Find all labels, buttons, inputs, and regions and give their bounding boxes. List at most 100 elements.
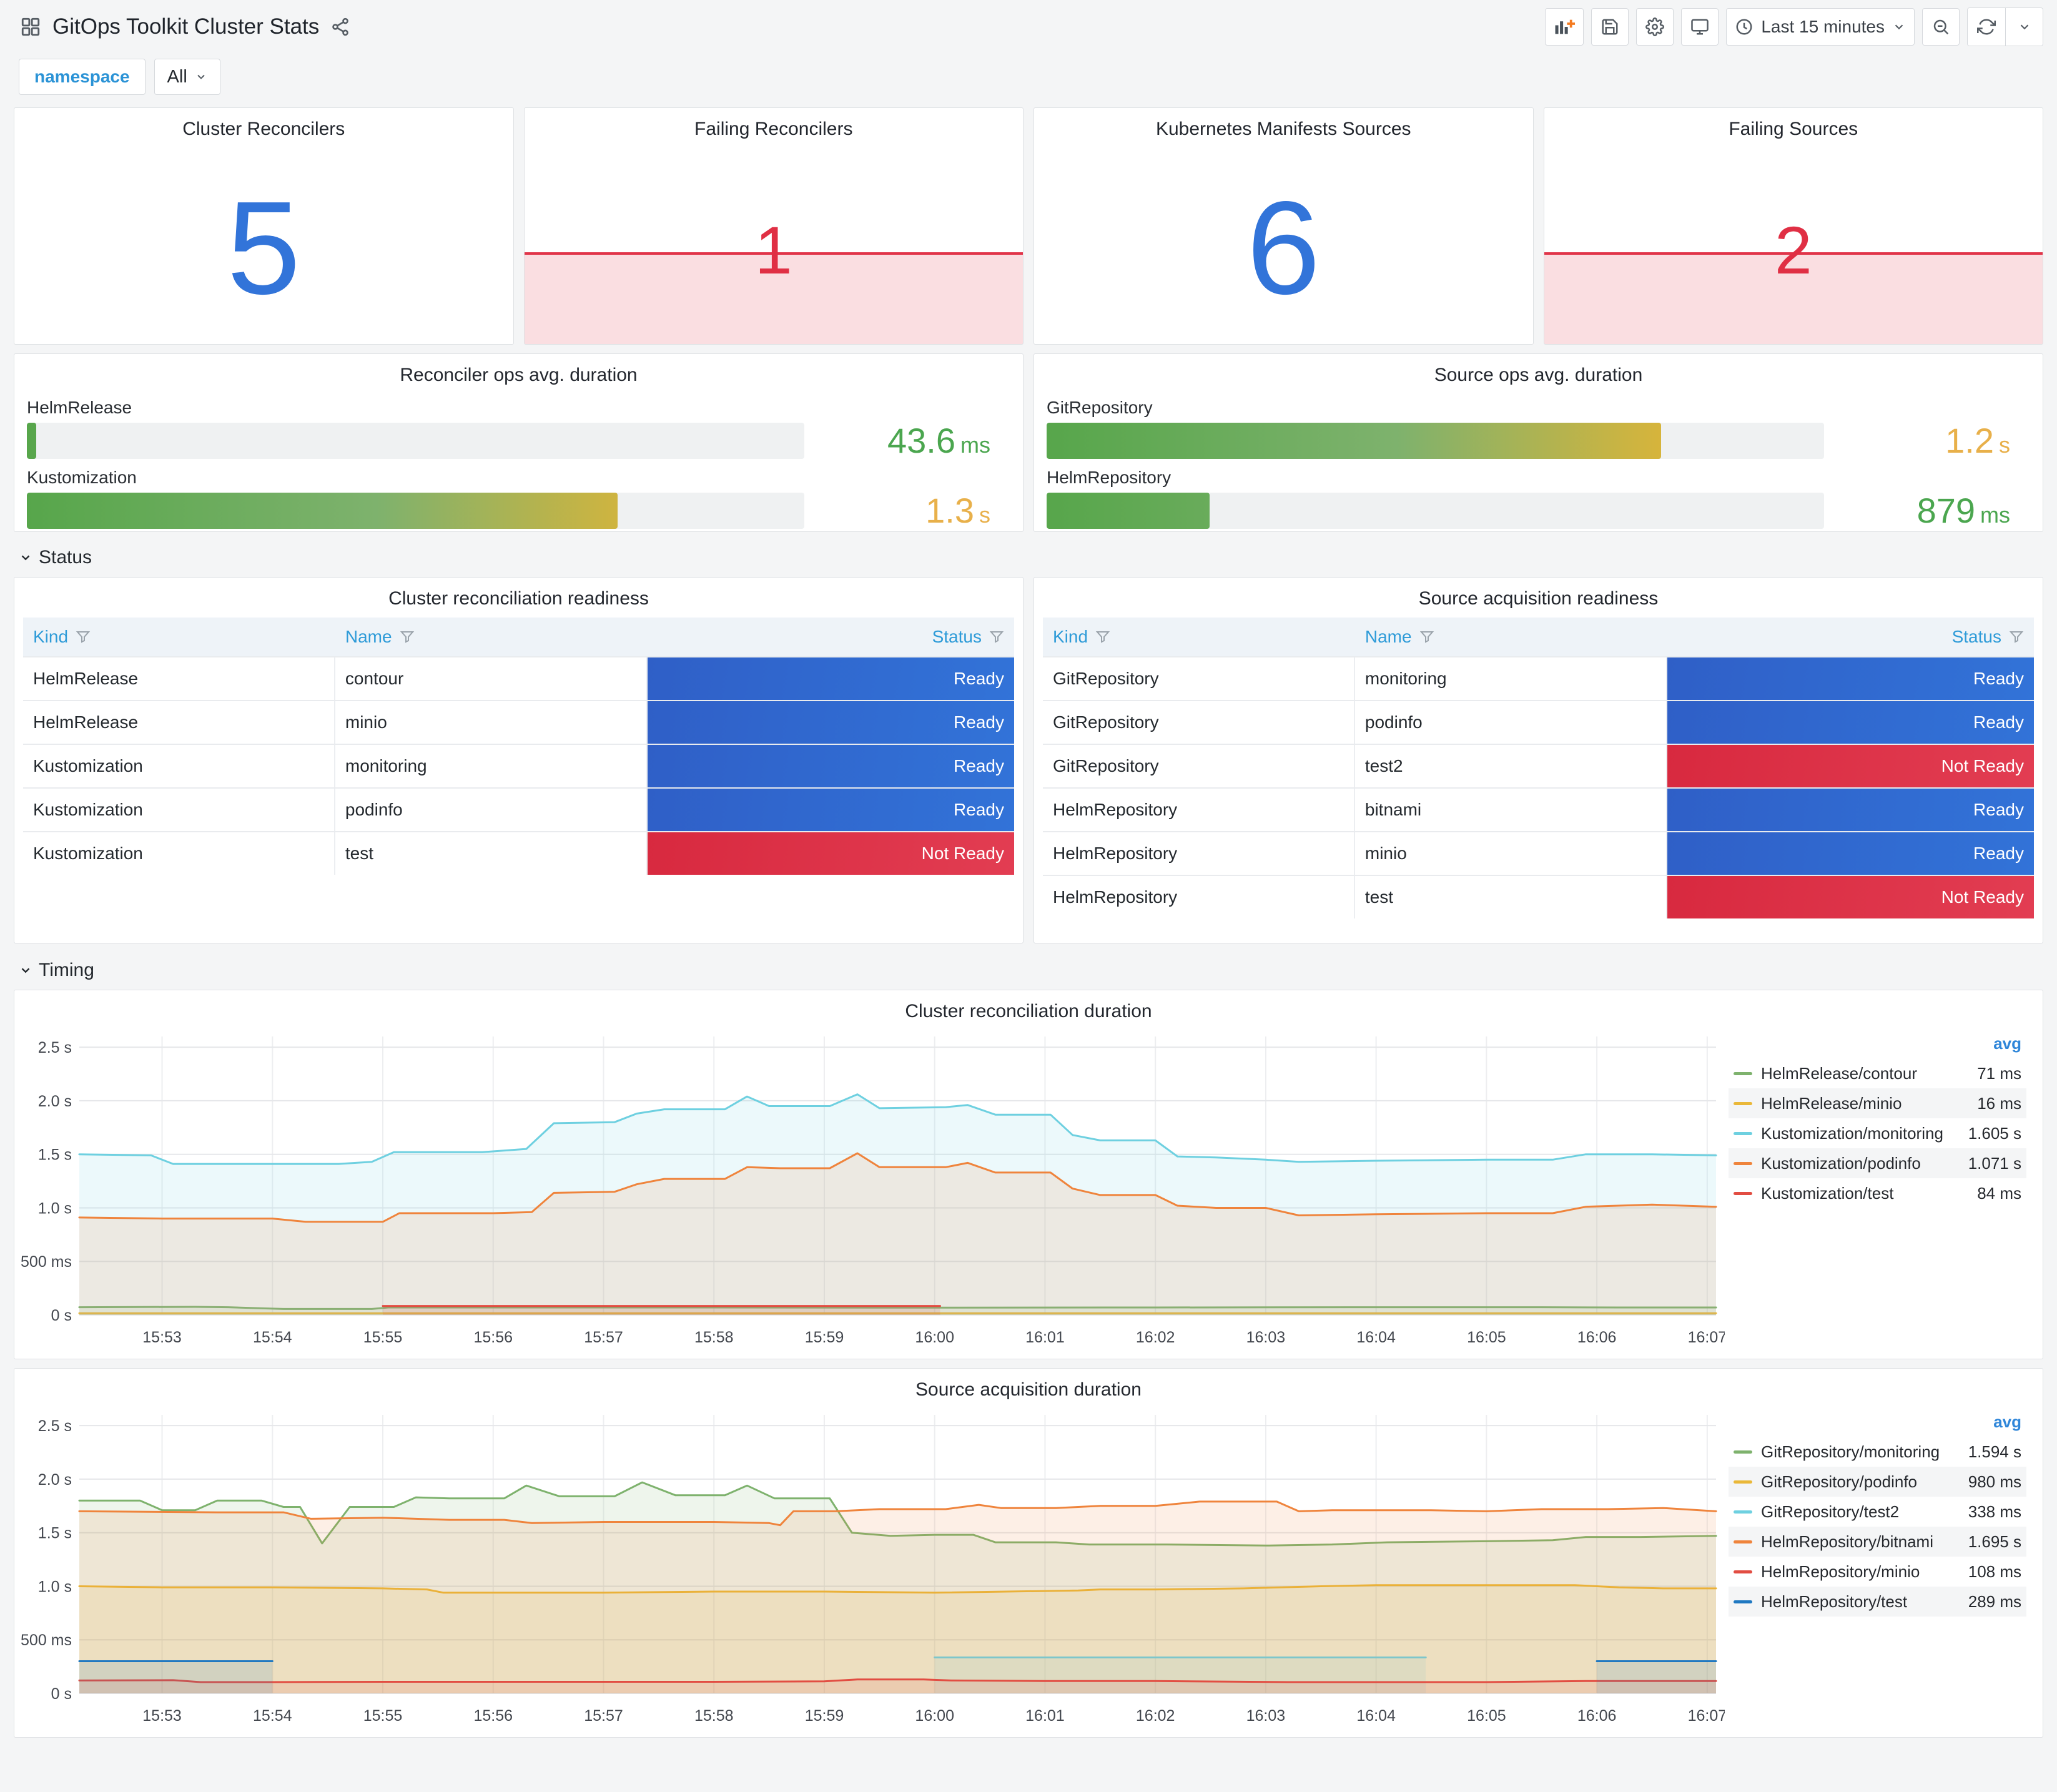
legend-series-name: GitRepository/podinfo — [1761, 1472, 1918, 1491]
legend-avg-header[interactable]: avg — [1729, 1031, 2026, 1058]
svg-text:0 s: 0 s — [51, 1685, 72, 1703]
legend-item-HelmRelease/contour[interactable]: HelmRelease/contour 71 ms — [1729, 1058, 2026, 1088]
column-header-status[interactable]: Status — [1667, 618, 2034, 656]
table-panel-title[interactable]: Cluster reconciliation readiness — [14, 578, 1023, 610]
table-row: HelmRelease minio Ready — [23, 700, 1014, 744]
legend-item-HelmRepository/minio[interactable]: HelmRepository/minio 108 ms — [1729, 1557, 2026, 1587]
gauge-track — [27, 493, 804, 529]
zoom-out-button[interactable] — [1922, 8, 1960, 46]
legend-item-HelmRelease/minio[interactable]: HelmRelease/minio 16 ms — [1729, 1088, 2026, 1118]
chart-panel-title[interactable]: Source acquisition duration — [14, 1369, 2043, 1401]
stat-panel-title[interactable]: Failing Reconcilers — [525, 108, 1024, 140]
svg-text:15:55: 15:55 — [363, 1707, 403, 1725]
svg-text:15:58: 15:58 — [694, 1329, 734, 1346]
stat-panel-title[interactable]: Failing Sources — [1544, 108, 2043, 140]
cell-status: Ready — [647, 657, 1014, 700]
dashboard-grid-icon[interactable] — [20, 16, 41, 37]
clock-icon — [1735, 17, 1754, 36]
svg-text:16:04: 16:04 — [1356, 1707, 1396, 1725]
gauge-panel-title[interactable]: Source ops avg. duration — [1034, 354, 2043, 386]
legend-item-Kustomization/podinfo[interactable]: Kustomization/podinfo 1.071 s — [1729, 1148, 2026, 1178]
gauge-unit: ms — [1980, 502, 2010, 528]
legend-avg-header[interactable]: avg — [1729, 1410, 2026, 1437]
gauge-track — [1047, 423, 1824, 459]
variable-namespace-dropdown[interactable]: All — [154, 59, 220, 95]
refresh-interval-dropdown[interactable] — [2005, 8, 2043, 46]
status-badge: Ready — [1667, 789, 2034, 831]
legend-series-color — [1734, 1450, 1752, 1454]
filter-icon[interactable] — [2009, 629, 2024, 644]
chart-panel-title[interactable]: Cluster reconciliation duration — [14, 990, 2043, 1023]
filter-icon[interactable] — [1419, 629, 1434, 644]
section-status[interactable]: Status — [19, 547, 2043, 568]
save-dashboard-button[interactable] — [1591, 8, 1629, 46]
gauge-bar — [27, 493, 618, 529]
cell-status: Ready — [647, 701, 1014, 744]
chevron-down-icon — [1892, 20, 1906, 34]
column-header-label: Name — [1364, 627, 1412, 646]
column-header-kind[interactable]: Kind — [23, 618, 335, 656]
time-range-picker[interactable]: Last 15 minutes — [1726, 8, 1915, 46]
gauge-bar — [1047, 423, 1661, 459]
table-row: GitRepository test2 Not Ready — [1043, 744, 2034, 787]
add-panel-icon — [1554, 17, 1576, 37]
column-header-status[interactable]: Status — [648, 618, 1014, 656]
svg-text:500 ms: 500 ms — [21, 1253, 72, 1271]
legend-item-GitRepository/podinfo[interactable]: GitRepository/podinfo 980 ms — [1729, 1467, 2026, 1497]
svg-text:15:59: 15:59 — [805, 1329, 844, 1346]
add-panel-button[interactable] — [1545, 8, 1584, 46]
cell-kind: GitRepository — [1043, 701, 1355, 744]
legend-item-Kustomization/monitoring[interactable]: Kustomization/monitoring 1.605 s — [1729, 1118, 2026, 1148]
legend-series-color — [1734, 1071, 1752, 1075]
column-header-name[interactable]: Name — [1355, 618, 1667, 656]
legend-series-color — [1734, 1101, 1752, 1105]
refresh-button[interactable] — [1968, 8, 2005, 46]
page-title: GitOps Toolkit Cluster Stats — [52, 14, 320, 39]
stat-value: 1 — [754, 212, 792, 288]
svg-text:15:58: 15:58 — [694, 1707, 734, 1725]
stat-panel: Failing Sources 2 — [1543, 107, 2043, 345]
legend-series-avg: 1.594 s — [1968, 1442, 2021, 1461]
legend-series-avg: 1.605 s — [1968, 1123, 2021, 1143]
legend-series-color — [1734, 1570, 1752, 1573]
table-panel-title[interactable]: Source acquisition readiness — [1034, 578, 2043, 610]
share-icon[interactable] — [330, 17, 350, 37]
legend-item-GitRepository/test2[interactable]: GitRepository/test2 338 ms — [1729, 1497, 2026, 1527]
cell-kind: HelmRepository — [1043, 832, 1355, 875]
table-row: Kustomization monitoring Ready — [23, 744, 1014, 787]
filter-icon[interactable] — [989, 629, 1004, 644]
filter-icon[interactable] — [76, 629, 91, 644]
column-header-name[interactable]: Name — [335, 618, 648, 656]
gauge-bar — [1047, 493, 1210, 529]
template-variables-row: namespace All — [14, 50, 2043, 107]
cycle-view-mode-button[interactable] — [1681, 8, 1719, 46]
svg-text:16:05: 16:05 — [1467, 1707, 1506, 1725]
svg-text:16:05: 16:05 — [1467, 1329, 1506, 1346]
legend-item-HelmRepository/bitnami[interactable]: HelmRepository/bitnami 1.695 s — [1729, 1527, 2026, 1557]
svg-text:15:55: 15:55 — [363, 1329, 403, 1346]
gauge-value: 43.6 ms — [887, 421, 990, 460]
legend-series-name: HelmRelease/minio — [1761, 1093, 1902, 1113]
table-row: HelmRepository bitnami Ready — [1043, 787, 2034, 831]
gauge-value: 1.3 s — [925, 491, 990, 530]
dashboard-page: GitOps Toolkit Cluster Stats Last 15 min… — [0, 0, 2057, 1738]
svg-text:16:01: 16:01 — [1025, 1707, 1065, 1725]
section-timing[interactable]: Timing — [19, 960, 2043, 981]
legend-series-name: HelmRepository/bitnami — [1761, 1532, 1933, 1551]
column-header-kind[interactable]: Kind — [1043, 618, 1355, 656]
filter-icon[interactable] — [1095, 629, 1110, 644]
gauge-track — [27, 423, 804, 459]
status-badge: Ready — [1667, 832, 2034, 875]
variable-namespace-value: All — [167, 66, 187, 87]
svg-text:15:54: 15:54 — [253, 1329, 292, 1346]
legend-series-avg: 108 ms — [1968, 1562, 2021, 1581]
dashboard-settings-button[interactable] — [1636, 8, 1674, 46]
legend-item-Kustomization/test[interactable]: Kustomization/test 84 ms — [1729, 1178, 2026, 1208]
table-row: GitRepository monitoring Ready — [1043, 656, 2034, 700]
filter-icon[interactable] — [400, 629, 415, 644]
legend-item-HelmRepository/test[interactable]: HelmRepository/test 289 ms — [1729, 1587, 2026, 1617]
legend-series-name: HelmRepository/test — [1761, 1592, 1908, 1611]
gauge-unit: s — [1999, 432, 2010, 458]
gauge-panel-title[interactable]: Reconciler ops avg. duration — [14, 354, 1023, 386]
legend-item-GitRepository/monitoring[interactable]: GitRepository/monitoring 1.594 s — [1729, 1437, 2026, 1467]
